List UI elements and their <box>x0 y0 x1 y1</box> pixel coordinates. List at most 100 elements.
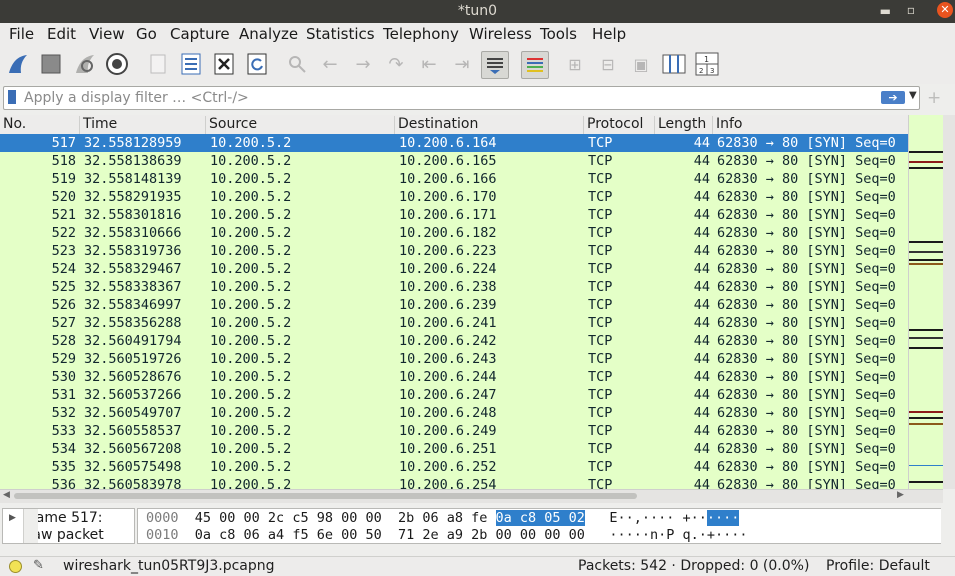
column-time[interactable]: Time <box>80 116 206 134</box>
last-packet-icon[interactable]: ⇥ <box>449 51 475 77</box>
close-icon[interactable]: ✕ <box>937 2 953 18</box>
cell-info: 62830 → 80 [SYN] Seq=0 <box>717 171 896 187</box>
cell-dst: 10.200.6.239 <box>399 297 497 313</box>
menu-help[interactable]: Help <box>592 25 626 43</box>
packet-row[interactable]: 526 32.558346997 10.200.5.2 10.200.6.239 TCP… <box>0 296 908 314</box>
menu-statistics[interactable]: Statistics <box>306 25 375 43</box>
packet-minimap[interactable] <box>908 115 944 489</box>
stop-capture-icon[interactable] <box>38 51 64 77</box>
cell-src: 10.200.5.2 <box>210 315 292 331</box>
details-scrollbar[interactable] <box>23 509 38 543</box>
expand-arrow-icon[interactable]: ▶ <box>9 513 16 523</box>
packet-row[interactable]: 517 32.558128959 10.200.5.2 10.200.6.164 TCP… <box>0 134 908 152</box>
packet-row[interactable]: 534 32.560567208 10.200.5.2 10.200.6.251 TCP… <box>0 440 908 458</box>
column-length[interactable]: Length <box>655 116 713 134</box>
menu-tools[interactable]: Tools <box>540 25 577 43</box>
filter-bookmark-icon[interactable] <box>8 90 16 104</box>
go-to-packet-icon[interactable]: ↷ <box>383 51 409 77</box>
menu-telephony[interactable]: Telephony <box>383 25 459 43</box>
status-bar: ✎ wireshark_tun05RT9J3.pcapng Packets: 5… <box>0 556 955 576</box>
menu-analyze[interactable]: Analyze <box>239 25 298 43</box>
zoom-out-icon[interactable]: ⊟ <box>595 51 621 77</box>
horizontal-scroll-thumb[interactable] <box>14 493 637 499</box>
resize-columns-icon[interactable] <box>661 51 687 77</box>
bytes-row-0000[interactable]: 0000 45 00 00 2c c5 98 00 00 2b 06 a8 fe… <box>146 510 740 526</box>
cell-no: 526 <box>51 297 76 313</box>
autoscroll-icon[interactable] <box>481 51 509 79</box>
restart-capture-icon[interactable] <box>72 51 98 77</box>
scroll-right-icon[interactable]: ▶ <box>897 490 904 500</box>
packet-row[interactable]: 518 32.558138639 10.200.5.2 10.200.6.165 TCP… <box>0 152 908 170</box>
cell-len: 44 <box>693 207 710 223</box>
packet-row[interactable]: 519 32.558148139 10.200.5.2 10.200.6.166 TCP… <box>0 170 908 188</box>
capture-comment-icon[interactable]: ✎ <box>33 558 44 573</box>
packet-row[interactable]: 535 32.560575498 10.200.5.2 10.200.6.252 TCP… <box>0 458 908 476</box>
column-destination[interactable]: Destination <box>395 116 584 134</box>
cell-no: 531 <box>51 387 76 403</box>
close-file-icon[interactable] <box>211 51 237 77</box>
menu-wireless[interactable]: Wireless <box>469 25 532 43</box>
cell-no: 533 <box>51 423 76 439</box>
open-file-icon[interactable] <box>145 51 171 77</box>
find-packet-icon[interactable] <box>284 51 310 77</box>
apply-filter-icon[interactable]: ➔ <box>881 91 905 104</box>
menu-file[interactable]: File <box>9 25 34 43</box>
save-file-icon[interactable] <box>178 51 204 77</box>
packet-row[interactable]: 524 32.558329467 10.200.5.2 10.200.6.224 TCP… <box>0 260 908 278</box>
cell-proto: TCP <box>588 279 613 295</box>
cell-len: 44 <box>693 297 710 313</box>
display-filter-input[interactable] <box>24 89 864 106</box>
bytes-scrollbar[interactable] <box>941 508 955 544</box>
menu-capture[interactable]: Capture <box>170 25 230 43</box>
profile-status[interactable]: Profile: Default <box>826 558 930 574</box>
start-capture-icon[interactable] <box>5 51 31 77</box>
packet-row[interactable]: 533 32.560558537 10.200.5.2 10.200.6.249 TCP… <box>0 422 908 440</box>
cell-src: 10.200.5.2 <box>210 135 292 151</box>
minimize-icon[interactable]: ▬ <box>880 3 891 19</box>
pane-layout-icon[interactable]: 123 <box>694 51 720 77</box>
packet-row[interactable]: 520 32.558291935 10.200.5.2 10.200.6.170 TCP… <box>0 188 908 206</box>
scroll-left-icon[interactable]: ◀ <box>3 490 10 500</box>
reload-file-icon[interactable] <box>244 51 270 77</box>
add-filter-button-icon[interactable]: + <box>927 88 941 108</box>
capture-options-icon[interactable] <box>104 51 130 77</box>
cell-no: 535 <box>51 459 76 475</box>
normal-size-icon[interactable]: ▣ <box>628 51 654 77</box>
packet-row[interactable]: 525 32.558338367 10.200.5.2 10.200.6.238 TCP… <box>0 278 908 296</box>
menu-view[interactable]: View <box>89 25 125 43</box>
column-source[interactable]: Source <box>206 116 395 134</box>
bytes-row-0010[interactable]: 0010 0a c8 06 a4 f5 6e 00 50 71 2e a9 2b… <box>146 527 747 543</box>
packet-row[interactable]: 530 32.560528676 10.200.5.2 10.200.6.244 TCP… <box>0 368 908 386</box>
go-forward-icon[interactable]: → <box>350 51 376 77</box>
packet-row[interactable]: 527 32.558356288 10.200.5.2 10.200.6.241 TCP… <box>0 314 908 332</box>
packet-row[interactable]: 521 32.558301816 10.200.5.2 10.200.6.171 TCP… <box>0 206 908 224</box>
packet-row[interactable]: 531 32.560537266 10.200.5.2 10.200.6.247 TCP… <box>0 386 908 404</box>
menu-edit[interactable]: Edit <box>47 25 76 43</box>
cell-len: 44 <box>693 171 710 187</box>
column-no[interactable]: No. <box>0 116 80 134</box>
column-protocol[interactable]: Protocol <box>584 116 655 134</box>
first-packet-icon[interactable]: ⇤ <box>416 51 442 77</box>
packet-row[interactable]: 529 32.560519726 10.200.5.2 10.200.6.243 TCP… <box>0 350 908 368</box>
packet-row[interactable]: 528 32.560491794 10.200.5.2 10.200.6.242 TCP… <box>0 332 908 350</box>
menu-go[interactable]: Go <box>136 25 157 43</box>
expert-info-icon[interactable] <box>9 560 22 573</box>
packet-list-vertical-scrollbar[interactable] <box>943 115 955 489</box>
packet-row[interactable]: 523 32.558319736 10.200.5.2 10.200.6.223 TCP… <box>0 242 908 260</box>
cell-dst: 10.200.6.223 <box>399 243 497 259</box>
cell-dst: 10.200.6.251 <box>399 441 497 457</box>
go-back-icon[interactable]: ← <box>317 51 343 77</box>
svg-text:2: 2 <box>699 67 703 75</box>
cell-src: 10.200.5.2 <box>210 333 292 349</box>
column-info[interactable]: Info <box>713 116 908 134</box>
colorize-icon[interactable] <box>521 51 549 79</box>
packet-row[interactable]: 536 32.560583978 10.200.5.2 10.200.6.254 TCP… <box>0 476 908 490</box>
packet-row[interactable]: 522 32.558310666 10.200.5.2 10.200.6.182 TCP… <box>0 224 908 242</box>
filter-dropdown-icon[interactable]: ▼ <box>909 90 917 101</box>
packet-list: 517 32.558128959 10.200.5.2 10.200.6.164 TCP… <box>0 134 908 490</box>
cell-time: 32.558301816 <box>84 207 182 223</box>
packet-list-horizontal-scrollbar[interactable]: ◀ ▶ <box>0 489 943 503</box>
zoom-in-icon[interactable]: ⊞ <box>562 51 588 77</box>
packet-row[interactable]: 532 32.560549707 10.200.5.2 10.200.6.248 TCP… <box>0 404 908 422</box>
maximize-icon[interactable]: ▫ <box>907 2 915 18</box>
